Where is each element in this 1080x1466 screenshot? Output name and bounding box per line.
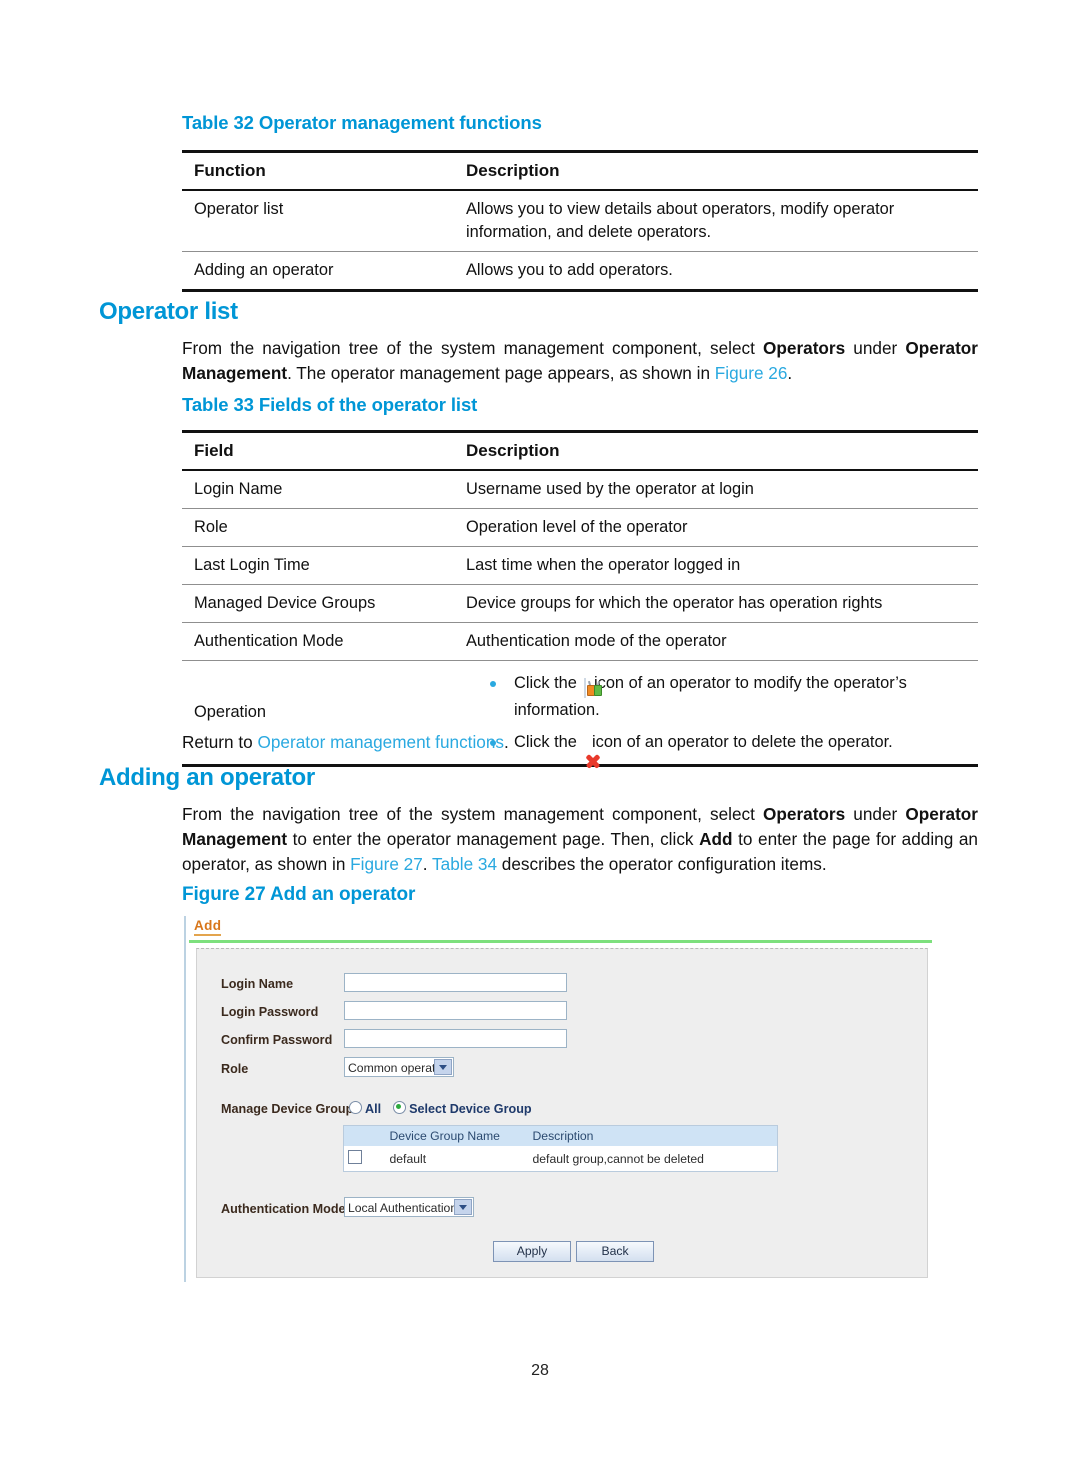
apply-button[interactable]: Apply: [493, 1241, 571, 1262]
table-33-cell-description-login-name: Username used by the operator at login: [454, 470, 978, 509]
table-33-cell-field-managed-device-groups: Managed Device Groups: [182, 584, 454, 623]
tab-add[interactable]: Add: [194, 918, 222, 936]
login-password-input[interactable]: [344, 1001, 567, 1020]
device-group-header-checkbox: [343, 1125, 386, 1146]
device-group-row-checkbox[interactable]: [348, 1150, 362, 1164]
manage-device-group-radios: All Select Device Group: [349, 1101, 544, 1116]
table-33-cell-description-managed-device-groups: Device groups for which the operator has…: [454, 584, 978, 623]
par-bold-operators: Operators: [763, 338, 846, 358]
return-prefix: Return to: [182, 732, 258, 752]
figure-27-caption: Figure 27 Add an operator: [182, 884, 416, 905]
table-33-cell-description-last-login-time: Last time when the operator logged in: [454, 546, 978, 585]
par-text: From the navigation tree of the system m…: [182, 804, 764, 824]
link-figure-26[interactable]: Figure 26: [715, 363, 788, 383]
table-33-title: Table 33 Fields of the operator list: [182, 394, 478, 415]
device-group-table: Device Group Name Description default de…: [343, 1125, 778, 1172]
bullet-text-before: Click the: [514, 674, 577, 692]
table-33-cell-field-login-name: Login Name: [182, 470, 454, 509]
authentication-mode-label: Authentication Mode: [221, 1202, 346, 1216]
link-figure-27[interactable]: Figure 27: [350, 854, 423, 874]
manage-device-group-label: Manage Device Group: [221, 1102, 354, 1116]
par-text: under: [845, 338, 906, 358]
par-text: to enter the operator management page. T…: [287, 829, 700, 849]
table-33-header-field: Field: [182, 430, 454, 471]
par-bold-add: Add: [699, 829, 733, 849]
link-table-34[interactable]: Table 34: [432, 854, 497, 874]
device-group-row-name: default: [385, 1146, 529, 1172]
table-33-header-row: Field Description: [182, 430, 978, 471]
radio-select-device-group-label: Select Device Group: [409, 1102, 532, 1116]
device-group-table-header-row: Device Group Name Description: [343, 1125, 778, 1146]
section-heading-adding-an-operator: Adding an operator: [99, 764, 315, 791]
table-32-header-description: Description: [454, 150, 978, 191]
par-text: describes the operator configuration ite…: [497, 854, 827, 874]
page-number: 28: [531, 1362, 549, 1379]
table-33-cell-description-role: Operation level of the operator: [454, 508, 978, 547]
chevron-down-icon[interactable]: [434, 1059, 452, 1075]
table-33-cell-field-role: Role: [182, 508, 454, 547]
table-row: Operator list Allows you to view details…: [182, 190, 978, 252]
par-text: From the navigation tree of the system m…: [182, 338, 764, 358]
document-page: Table 32 Operator management functions F…: [0, 0, 1080, 1466]
role-label: Role: [221, 1062, 249, 1076]
return-to-line: Return to Operator management functions.: [182, 730, 978, 755]
radio-all-label: All: [365, 1102, 382, 1116]
par-text: under: [845, 804, 906, 824]
confirm-password-label: Confirm Password: [221, 1033, 333, 1047]
radio-select-device-group[interactable]: [393, 1101, 407, 1114]
chevron-down-icon[interactable]: [454, 1199, 472, 1215]
table-33-cell-field-last-login-time: Last Login Time: [182, 546, 454, 585]
par-text: .: [422, 854, 433, 874]
device-group-header-name: Device Group Name: [385, 1125, 529, 1146]
table-33: Field Description Login Name Username us…: [182, 430, 978, 769]
device-group-row-description: default group,cannot be deleted: [528, 1146, 778, 1172]
radio-all[interactable]: [349, 1101, 362, 1114]
role-select[interactable]: Common operator: [344, 1057, 454, 1077]
table-33-cell-field-authentication-mode: Authentication Mode: [182, 622, 454, 661]
table-32-title: Table 32 Operator management functions: [182, 112, 542, 133]
return-suffix: .: [503, 732, 509, 752]
add-operator-form-panel: Login Name Login Password Confirm Passwo…: [196, 948, 928, 1278]
login-password-label: Login Password: [221, 1005, 319, 1019]
device-group-header-description: Description: [528, 1125, 778, 1146]
par-text: . The operator management page appears, …: [287, 363, 715, 383]
link-operator-management-functions[interactable]: Operator management functions: [257, 732, 504, 752]
role-select-value: Common operator: [348, 1061, 447, 1075]
table-32-cell-function-adding-an-operator[interactable]: Adding an operator: [182, 251, 454, 292]
table-row: Adding an operator Allows you to add ope…: [182, 251, 978, 292]
adding-an-operator-paragraph: From the navigation tree of the system m…: [182, 802, 978, 877]
table-32-header-row: Function Description: [182, 150, 978, 191]
figure-green-rule: [189, 940, 932, 943]
table-33-header-description: Description: [454, 430, 978, 471]
device-group-row-checkbox-cell: [343, 1146, 386, 1172]
par-text: .: [787, 363, 793, 383]
table-32-header-function: Function: [182, 150, 454, 191]
figure-left-rule: [184, 916, 186, 1282]
authentication-mode-select[interactable]: Local Authentication: [344, 1197, 474, 1217]
operator-list-paragraph: From the navigation tree of the system m…: [182, 336, 978, 386]
authentication-mode-value: Local Authentication: [348, 1201, 458, 1215]
section-heading-operator-list: Operator list: [99, 298, 238, 325]
login-name-input[interactable]: [344, 973, 567, 992]
back-button[interactable]: Back: [576, 1241, 654, 1262]
table-32-cell-function-operator-list[interactable]: Operator list: [182, 190, 454, 252]
list-item: Click the icon of an operator to modify …: [484, 672, 976, 721]
table-row: Login Name Username used by the operator…: [182, 470, 978, 509]
table-row: Authentication Mode Authentication mode …: [182, 622, 978, 661]
table-row: Role Operation level of the operator: [182, 508, 978, 547]
par-bold-operators: Operators: [763, 804, 846, 824]
table-32-cell-description-operator-list: Allows you to view details about operato…: [454, 190, 978, 252]
table-row: Last Login Time Last time when the opera…: [182, 546, 978, 585]
login-name-label: Login Name: [221, 977, 294, 991]
table-32: Function Description Operator list Allow…: [182, 150, 978, 292]
table-32-cell-description-adding-an-operator: Allows you to add operators.: [454, 251, 978, 292]
table-row: Managed Device Groups Device groups for …: [182, 584, 978, 623]
modify-operator-icon: [584, 677, 603, 699]
figure-27-screenshot: Add Login Name Login Password Confirm Pa…: [184, 916, 932, 1282]
confirm-password-input[interactable]: [344, 1029, 567, 1048]
table-33-cell-description-authentication-mode: Authentication mode of the operator: [454, 622, 978, 661]
table-row: default default group,cannot be deleted: [343, 1146, 778, 1172]
